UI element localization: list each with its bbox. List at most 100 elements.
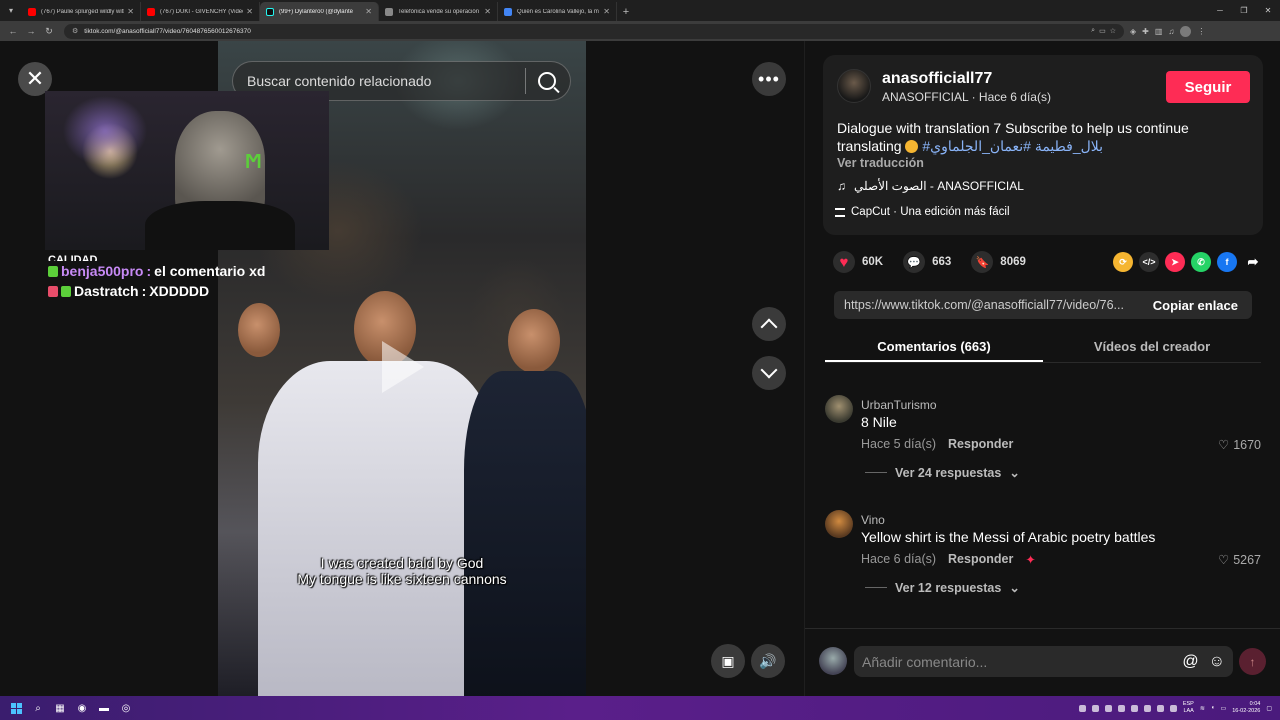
- post-description: Dialogue with translation 7 Subscribe to…: [837, 120, 1189, 154]
- volume-tray-icon[interactable]: ◖: [1211, 705, 1215, 711]
- new-tab-button[interactable]: +: [617, 2, 635, 21]
- emoji-icon[interactable]: ☺: [1209, 653, 1225, 671]
- reply-button[interactable]: Responder: [948, 552, 1013, 567]
- view-replies-button[interactable]: Ver 12 respuestas ⌄: [865, 580, 1020, 595]
- address-bar[interactable]: ⚙ tiktok.com/@anasofficiall77/video/7604…: [64, 23, 1124, 39]
- view-replies-button[interactable]: Ver 24 respuestas ⌄: [865, 465, 1020, 480]
- repost-icon[interactable]: ⟳: [1113, 252, 1133, 272]
- reload-icon[interactable]: ↻: [40, 22, 58, 40]
- capcut-row[interactable]: CapCut · Una edición más fácil: [835, 203, 1010, 221]
- bookmark-icon: 🔖: [971, 251, 994, 273]
- browser-tab-4[interactable]: Telefónica vende su operación ✕: [379, 2, 498, 21]
- tab-creator-videos[interactable]: Vídeos del creador: [1043, 331, 1261, 362]
- music-row[interactable]: ♫ الصوت الأصلي - ANASOFFICIAL: [837, 179, 1024, 193]
- search-input[interactable]: Buscar contenido relacionado: [247, 73, 513, 89]
- tab-comments[interactable]: Comentarios (663): [825, 331, 1043, 362]
- tray-icon[interactable]: [1078, 704, 1086, 712]
- tray-icon[interactable]: [1104, 704, 1112, 712]
- comment-input[interactable]: Añadir comentario... @ ☺: [854, 646, 1233, 677]
- folder-icon[interactable]: ▬: [96, 700, 112, 716]
- tray-icon[interactable]: [1169, 704, 1177, 712]
- comment-like-button[interactable]: ♡ 5267: [1218, 552, 1261, 568]
- chat-line: benja500pro: el comentario xd: [48, 261, 265, 281]
- wifi-icon[interactable]: ≋: [1200, 705, 1205, 712]
- tray-icon[interactable]: [1130, 704, 1138, 712]
- tray-icon[interactable]: [1091, 704, 1099, 712]
- follow-button[interactable]: Seguir: [1166, 71, 1250, 103]
- media-icon[interactable]: ♫: [1168, 27, 1174, 36]
- battery-icon[interactable]: ▭: [1221, 705, 1227, 712]
- like-button[interactable]: ♥ 60K: [833, 251, 883, 273]
- comment-username[interactable]: Vino: [861, 513, 885, 527]
- bookmark-star-icon[interactable]: ☆: [1110, 27, 1116, 35]
- copy-link-button[interactable]: Copiar enlace: [1139, 298, 1252, 313]
- search-icon[interactable]: ⌕: [30, 700, 46, 716]
- video-shirt: [258, 361, 498, 696]
- close-tab-icon[interactable]: ✕: [484, 7, 491, 16]
- extension-icon[interactable]: ◈: [1130, 27, 1136, 36]
- browser-tab-5[interactable]: Quién es Carolina Vallejo, la m ✕: [498, 2, 617, 21]
- tray-icon[interactable]: [1156, 704, 1164, 712]
- commenter-avatar[interactable]: [825, 510, 853, 538]
- widgets-icon[interactable]: ▦: [52, 700, 68, 716]
- send-comment-button[interactable]: ↑: [1239, 648, 1266, 675]
- miniplayer-button[interactable]: ▣: [711, 644, 745, 678]
- sidebar-icon[interactable]: ▥: [1155, 27, 1163, 36]
- creator-avatar[interactable]: [837, 69, 871, 103]
- embed-icon[interactable]: </>: [1139, 252, 1159, 272]
- comment-like-button[interactable]: ♡ 1670: [1218, 437, 1261, 453]
- see-translation-link[interactable]: Ver traducción: [837, 156, 924, 170]
- back-icon[interactable]: ←: [4, 22, 22, 40]
- close-tab-icon[interactable]: ✕: [365, 7, 372, 16]
- save-button[interactable]: 🔖 8069: [971, 251, 1026, 273]
- reply-button[interactable]: Responder: [948, 437, 1013, 451]
- search-icon[interactable]: [538, 72, 556, 90]
- creator-username[interactable]: anasofficiall77: [882, 70, 992, 88]
- whatsapp-icon[interactable]: ✆: [1191, 252, 1211, 272]
- tray-icon[interactable]: [1117, 704, 1125, 712]
- mention-icon[interactable]: @: [1182, 653, 1198, 671]
- browser-tab-3[interactable]: (99+) Dylantero0 (@dylante ✕: [260, 2, 379, 21]
- commenter-avatar[interactable]: [825, 395, 853, 423]
- send-to-friends-icon[interactable]: ➤: [1165, 252, 1185, 272]
- minimize-icon[interactable]: ─: [1208, 0, 1232, 21]
- language-indicator[interactable]: ESP LAA: [1183, 701, 1194, 715]
- comment-button[interactable]: 💬 663: [903, 251, 951, 273]
- facebook-icon[interactable]: f: [1217, 252, 1237, 272]
- next-video-button[interactable]: [752, 356, 786, 390]
- extensions-puzzle-icon[interactable]: ✚: [1142, 27, 1149, 36]
- youtube-favicon-icon: [147, 7, 155, 16]
- tab-search-icon[interactable]: ▾: [0, 0, 22, 21]
- chevron-down-icon: [760, 361, 778, 379]
- profile-avatar[interactable]: [1180, 25, 1192, 37]
- restore-icon[interactable]: ❐: [1232, 0, 1256, 21]
- share-arrow-icon[interactable]: ➦: [1243, 252, 1263, 272]
- app-icon[interactable]: ◎: [118, 700, 134, 716]
- close-tab-icon[interactable]: ✕: [603, 7, 610, 16]
- video-face: [238, 303, 280, 357]
- browser-tab-2[interactable]: (767) DUKI - GIVENCHY (Video ✕: [141, 2, 260, 21]
- smile-emoji-icon: [905, 140, 919, 153]
- comment-username[interactable]: UrbanTurismo: [861, 398, 937, 412]
- previous-video-button[interactable]: [752, 307, 786, 341]
- share-link-url[interactable]: https://www.tiktok.com/@anasofficiall77/…: [834, 298, 1139, 312]
- more-options-button[interactable]: •••: [752, 62, 786, 96]
- close-tab-icon[interactable]: ✕: [127, 7, 134, 16]
- cast-icon[interactable]: ▭: [1099, 27, 1106, 35]
- hashtags[interactable]: #بلال_فطيمة #نعمان_الجلماوي: [922, 138, 1103, 154]
- taskbar-clock[interactable]: 0:04 16-02-2026: [1232, 701, 1260, 715]
- tray-icon[interactable]: [1143, 704, 1151, 712]
- volume-button[interactable]: 🔊: [751, 644, 785, 678]
- forward-icon[interactable]: →: [22, 22, 40, 40]
- zoom-icon[interactable]: ⌕: [1091, 27, 1095, 35]
- play-icon[interactable]: [382, 341, 424, 393]
- close-tab-icon[interactable]: ✕: [246, 7, 253, 16]
- close-window-icon[interactable]: ✕: [1256, 0, 1280, 21]
- chrome-icon[interactable]: ◉: [74, 700, 90, 716]
- notifications-icon[interactable]: ▢: [1266, 705, 1272, 712]
- menu-dots-icon[interactable]: ⋮: [1197, 27, 1205, 36]
- start-button[interactable]: [8, 700, 24, 716]
- site-info-icon[interactable]: ⚙: [72, 27, 78, 35]
- browser-tab-1[interactable]: (767) Paulie splurged wildly with ✕: [22, 2, 141, 21]
- comment-composer: Añadir comentario... @ ☺ ↑: [805, 628, 1280, 696]
